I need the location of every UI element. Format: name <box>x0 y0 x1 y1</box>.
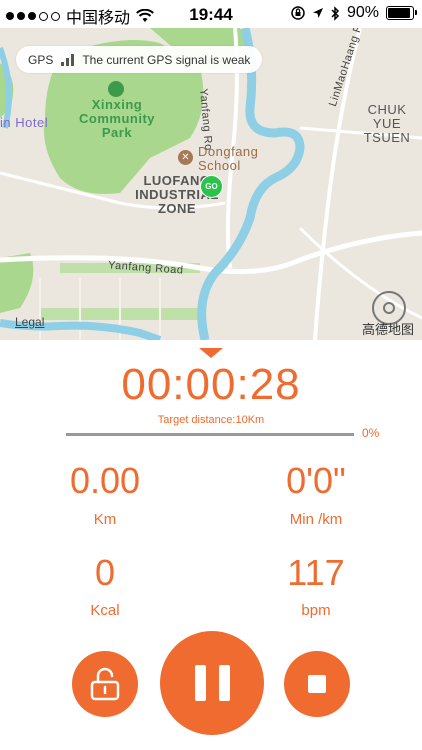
battery-percent: 90% <box>346 4 379 21</box>
gps-message: The current GPS signal is weak <box>82 52 251 67</box>
map-label-park: Xinxing Community Park <box>79 97 155 140</box>
gps-signal-icon <box>61 53 75 66</box>
pause-button[interactable] <box>160 631 264 735</box>
calories-value: 0 <box>94 552 116 593</box>
legal-link[interactable]: Legal <box>15 315 44 329</box>
collapse-chevron-icon[interactable] <box>199 348 223 358</box>
stop-button[interactable] <box>284 651 350 717</box>
lock-button[interactable] <box>72 651 138 717</box>
map-label-hotel: in Hotel <box>0 115 49 130</box>
heart-rate-unit: bpm <box>301 602 331 619</box>
map-view[interactable]: GPS The current GPS signal is weak in Ho… <box>0 28 422 340</box>
pace-value: 0'0" <box>286 460 346 501</box>
progress-percent: 0% <box>362 426 380 440</box>
heart-rate-value: 117 <box>287 552 345 593</box>
calories-unit: Kcal <box>90 602 120 619</box>
start-marker[interactable]: GO <box>200 175 223 198</box>
location-arrow-icon <box>312 8 323 18</box>
battery-icon <box>386 6 417 20</box>
gps-label: GPS <box>28 52 54 67</box>
map-label-chuk-yuen: CHUK YUE TSUEN <box>363 102 411 145</box>
pause-icon <box>194 665 230 701</box>
gps-status-pill: GPS The current GPS signal is weak <box>16 46 263 73</box>
status-bar: 中国移动 19:44 90% <box>0 0 422 28</box>
rotation-lock-icon <box>291 6 305 20</box>
status-right: 90% <box>291 4 417 22</box>
park-icon <box>108 81 124 97</box>
distance-progress-bar <box>66 433 354 436</box>
target-distance: Target distance:10Km <box>157 414 265 426</box>
map-provider-logo: 高德地图 <box>361 322 414 337</box>
distance-value: 0.00 <box>69 460 141 501</box>
elapsed-timer: 00:00:28 <box>121 360 301 409</box>
pace-unit: Min /km <box>289 511 343 528</box>
school-icon: ✕ <box>178 150 193 165</box>
lock-icon <box>90 667 120 701</box>
stop-icon <box>308 675 326 693</box>
distance-unit: Km <box>93 511 117 528</box>
bluetooth-icon <box>331 5 340 21</box>
